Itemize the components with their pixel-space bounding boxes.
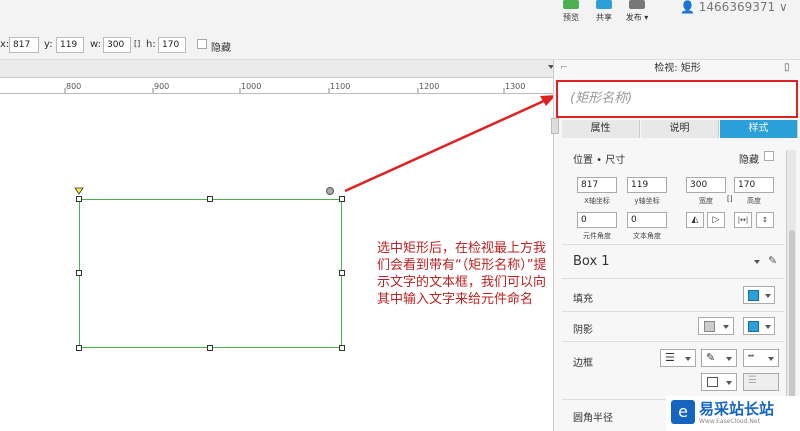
resize-handle[interactable] (339, 270, 345, 276)
publish-icon (629, 0, 645, 9)
pin-icon[interactable]: ⌐ (560, 63, 568, 73)
distribute-vertical-icon[interactable]: ↕ (756, 212, 774, 228)
chevron-down-icon (723, 325, 729, 329)
x-input[interactable]: 817 (9, 37, 39, 53)
tab-properties[interactable]: 属性 (562, 120, 640, 138)
watermark-logo-icon: e (671, 400, 695, 424)
border-width-picker[interactable]: ☰ (660, 349, 696, 367)
inspector-x-input[interactable]: 817 (577, 177, 617, 193)
dashed-line-icon: ┅ (748, 351, 755, 362)
watermark: e 易采站长站 Www.EaseCloud.Net (666, 396, 800, 431)
page-icon[interactable]: ▯ (784, 62, 790, 73)
resize-handle[interactable] (339, 345, 345, 351)
rotate-handle-icon[interactable] (326, 187, 334, 195)
selected-rectangle[interactable] (79, 199, 342, 348)
border-color-picker[interactable]: ✎ (701, 349, 737, 367)
inspector-tabs: 属性 说明 样式 (562, 120, 798, 138)
share-icon (596, 0, 612, 9)
style-name[interactable]: Box 1 (573, 254, 610, 269)
arrow-style-picker: ☰ (743, 373, 779, 391)
lock-ratio-icon[interactable]: [] (134, 39, 140, 48)
corner-radius-label: 圆角半径 (573, 413, 613, 424)
resize-handle[interactable] (207, 345, 213, 351)
user-icon: 👤 (680, 0, 695, 14)
border-label: 边框 (573, 358, 593, 369)
resize-handle[interactable] (76, 196, 82, 202)
chevron-down-icon (768, 357, 774, 361)
edit-style-icon[interactable]: ✎ (768, 254, 777, 267)
horizontal-ruler: 800 900 1000 1100 1200 1300 (0, 78, 553, 94)
inspector-w-input[interactable]: 300 (686, 177, 726, 193)
tab-notes[interactable]: 说明 (641, 120, 719, 138)
pen-icon: ✎ (706, 351, 716, 364)
property-bar: x: 817 y: 119 w: 300 [] h: 170 隐藏 (0, 30, 800, 60)
inspector-hidden-label: 隐藏 (739, 155, 759, 166)
resize-handle[interactable] (207, 196, 213, 202)
share-button[interactable]: 共享 (589, 0, 619, 28)
publish-button[interactable]: 发布 ▾ (622, 0, 652, 28)
chevron-down-icon (726, 381, 732, 385)
h-input[interactable]: 170 (158, 37, 186, 53)
chevron-down-icon (765, 325, 771, 329)
inspector-scrollbar[interactable] (786, 150, 796, 430)
fill-label: 填充 (573, 294, 593, 305)
annotation-text: 选中矩形后，在检视最上方我们会看到带有“（矩形名称）”提示文字的文本框，我们可以… (377, 241, 547, 307)
style-dropdown-icon[interactable] (754, 260, 760, 264)
resize-handle[interactable] (76, 345, 82, 351)
scrollbar-thumb[interactable] (789, 230, 795, 400)
chevron-down-icon (765, 294, 771, 298)
chevron-down-icon: ∨ (778, 0, 788, 14)
chevron-down-icon (685, 357, 691, 361)
canvas-header (0, 60, 554, 78)
user-account[interactable]: 👤 1466369371 ∨ (680, 0, 788, 14)
tab-style[interactable]: 样式 (720, 120, 798, 138)
fill-color-picker[interactable] (743, 286, 775, 304)
resize-handle[interactable] (76, 270, 82, 276)
rotation-input[interactable]: 0 (577, 212, 617, 228)
inspector-y-input[interactable]: 119 (627, 177, 667, 193)
chevron-down-icon (726, 357, 732, 361)
border-box-icon (707, 377, 718, 387)
shadow-inner-picker[interactable] (743, 317, 775, 335)
line-width-icon: ☰ (665, 351, 675, 364)
border-style-picker[interactable]: ┅ (743, 349, 779, 367)
top-toolbar: 预览 共享 发布 ▾ 👤 1466369371 ∨ (0, 0, 800, 30)
arrow-style-icon: ☰ (748, 375, 757, 386)
position-size-label: 位置 • 尺寸 (573, 155, 626, 166)
inspector-title: 检视: 矩形 (654, 63, 701, 74)
inspector-hidden-checkbox[interactable] (764, 151, 774, 161)
flip-horizontal-icon[interactable]: ◭ (686, 212, 704, 228)
w-input[interactable]: 300 (103, 37, 131, 53)
border-sides-picker[interactable] (701, 373, 737, 391)
preview-icon (563, 0, 579, 9)
canvas-scrollbar[interactable] (551, 118, 559, 134)
corner-radius-handle-icon[interactable] (74, 187, 84, 195)
shadow-icon (704, 321, 715, 332)
element-name-input[interactable]: (矩形名称) (556, 80, 798, 118)
resize-handle[interactable] (339, 196, 345, 202)
ruler-ticks (64, 88, 505, 93)
shadow-outer-picker[interactable] (698, 317, 734, 335)
flip-vertical-icon[interactable]: ▷ (707, 212, 725, 228)
inspector-h-input[interactable]: 170 (734, 177, 774, 193)
y-input[interactable]: 119 (56, 37, 84, 53)
distribute-horizontal-icon[interactable]: |↔| (734, 212, 752, 228)
shadow-label: 阴影 (573, 325, 593, 336)
text-rotation-input[interactable]: 0 (627, 212, 667, 228)
lock-ratio-icon[interactable]: [] (727, 195, 732, 203)
hidden-checkbox[interactable] (197, 39, 207, 49)
preview-button[interactable]: 预览 (556, 0, 586, 28)
